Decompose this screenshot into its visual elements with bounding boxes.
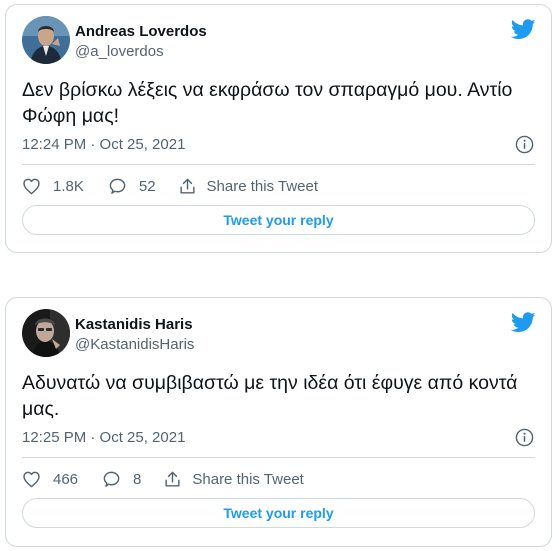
tweet-text: Δεν βρίσκω λέξεις να εκφράσω τον σπαραγμ…	[22, 79, 513, 127]
share-label: Share this Tweet	[192, 470, 304, 488]
heart-icon	[23, 178, 40, 194]
avatar[interactable]	[22, 16, 70, 64]
tweet-text: Αδυνατώ να συμβιβαστώ με την ιδέα ότι έφ…	[22, 372, 518, 420]
author-handle[interactable]: @KastanidisHaris	[75, 336, 194, 353]
author-name[interactable]: Kastanidis Haris	[75, 316, 193, 333]
like-count: 1.8K	[53, 177, 84, 195]
reply-bubble-icon	[103, 471, 120, 487]
reply-button[interactable]: 8	[102, 470, 141, 489]
tweet-card[interactable]: Kastanidis Haris @KastanidisHaris Αδυνατ…	[5, 297, 552, 547]
tweet-card[interactable]: Andreas Loverdos @a_loverdos Δεν βρίσκω …	[5, 4, 552, 253]
like-button[interactable]: 1.8K	[22, 177, 84, 196]
tweet-actions: 1.8K 52 Share this Tweet	[22, 175, 318, 197]
tweet-timestamp[interactable]: 12:24 PM · Oct 25, 2021	[22, 136, 185, 153]
reply-bubble-icon	[109, 178, 126, 194]
divider	[22, 457, 535, 458]
author-name[interactable]: Andreas Loverdos	[75, 23, 207, 40]
tweet-your-reply-button[interactable]: Tweet your reply	[22, 498, 535, 528]
reply-count: 52	[138, 177, 156, 195]
twitter-bird-icon[interactable]	[511, 312, 536, 333]
tweet-timestamp[interactable]: 12:25 PM · Oct 25, 2021	[22, 429, 185, 446]
heart-icon	[23, 471, 40, 487]
reply-button[interactable]: 52	[108, 177, 156, 196]
share-icon	[180, 178, 195, 194]
tweet-actions: 466 8 Share this Tweet	[22, 468, 304, 490]
info-icon[interactable]	[515, 135, 534, 154]
share-label: Share this Tweet	[206, 177, 318, 195]
share-button[interactable]: Share this Tweet	[163, 470, 304, 489]
author-handle[interactable]: @a_loverdos	[75, 43, 164, 60]
like-count: 466	[53, 470, 79, 488]
reply-count: 8	[133, 470, 142, 488]
info-icon[interactable]	[515, 428, 534, 447]
share-button[interactable]: Share this Tweet	[178, 177, 318, 196]
like-button[interactable]: 466	[22, 470, 78, 489]
avatar[interactable]	[22, 309, 70, 357]
twitter-bird-icon[interactable]	[511, 19, 536, 40]
tweet-your-reply-button[interactable]: Tweet your reply	[22, 205, 535, 235]
divider	[22, 164, 535, 165]
share-icon	[165, 471, 180, 487]
